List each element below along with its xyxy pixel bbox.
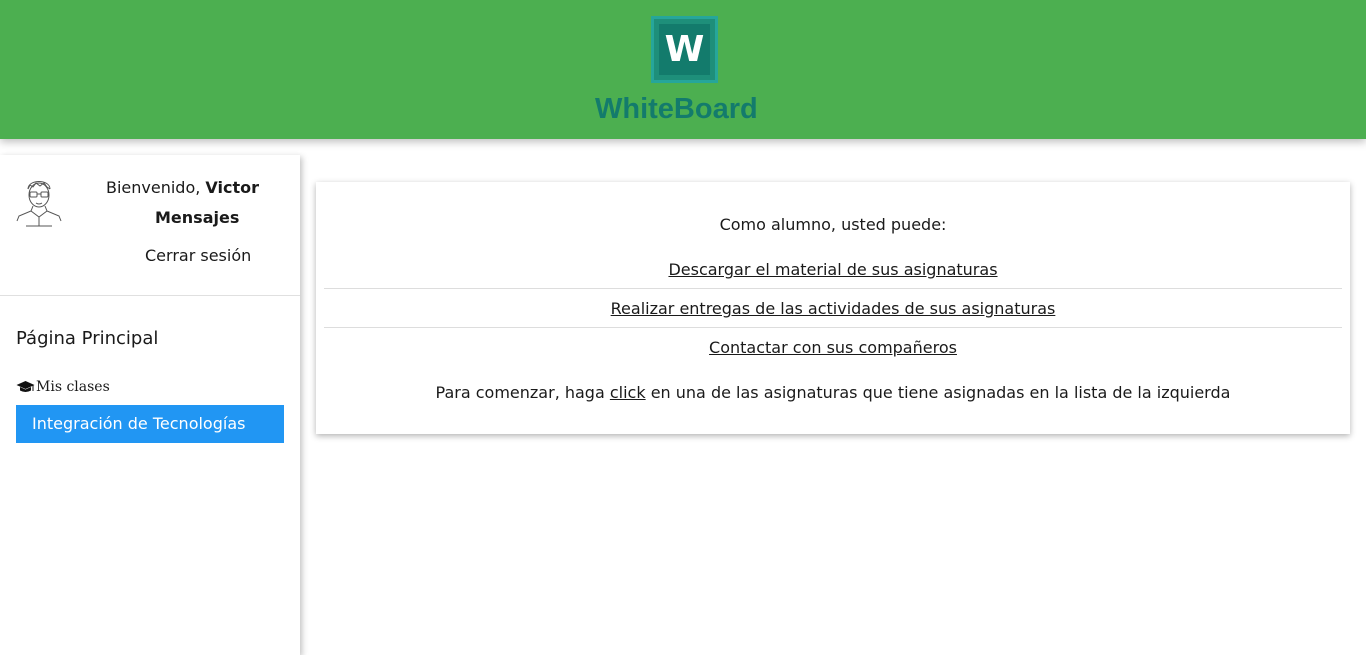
option-row: Contactar con sus compañeros	[324, 328, 1342, 367]
instructions-text: Para comenzar, haga click en una de las …	[316, 383, 1350, 403]
home-link[interactable]: Página Principal	[16, 327, 158, 351]
welcome-text: Bienvenido, Victor	[106, 178, 259, 198]
intro-text: Como alumno, usted puede:	[719, 215, 947, 234]
contact-classmates-link[interactable]: Contactar con sus compañeros	[709, 338, 957, 357]
logo-mark-icon: W	[651, 16, 718, 83]
instructions-after: en una de las asignaturas que tiene asig…	[645, 383, 1231, 402]
my-classes-label: Mis clases	[36, 379, 110, 395]
user-name: Victor	[205, 178, 260, 197]
logo-letter: W	[664, 29, 705, 70]
option-row: Descargar el material de sus asignaturas	[324, 250, 1342, 289]
user-panel: Bienvenido, Victor Mensajes Cerrar sesió…	[0, 155, 300, 296]
messages-link[interactable]: Mensajes	[155, 208, 239, 228]
options-list: Descargar el material de sus asignaturas…	[324, 250, 1342, 367]
submit-activities-link[interactable]: Realizar entregas de las actividades de …	[611, 299, 1056, 318]
graduation-cap-icon	[16, 381, 35, 392]
option-row: Realizar entregas de las actividades de …	[324, 289, 1342, 328]
avatar	[16, 181, 62, 227]
instructions-before: Para comenzar, haga	[435, 383, 610, 402]
top-header: W WhiteBoard	[0, 0, 1366, 139]
click-link[interactable]: click	[610, 383, 646, 402]
class-item-integracion[interactable]: Integración de Tecnologías	[16, 405, 284, 443]
sidebar: Bienvenido, Victor Mensajes Cerrar sesió…	[0, 155, 300, 655]
download-material-link[interactable]: Descargar el material de sus asignaturas	[668, 260, 997, 279]
main-card: Como alumno, usted puede: Descargar el m…	[316, 182, 1350, 434]
my-classes-heading: Mis clases	[16, 378, 110, 396]
whiteboard-logo[interactable]: W WhiteBoard	[595, 15, 775, 130]
logout-link[interactable]: Cerrar sesión	[145, 246, 251, 266]
logo-text: WhiteBoard	[595, 93, 758, 125]
welcome-prefix: Bienvenido,	[106, 178, 206, 197]
